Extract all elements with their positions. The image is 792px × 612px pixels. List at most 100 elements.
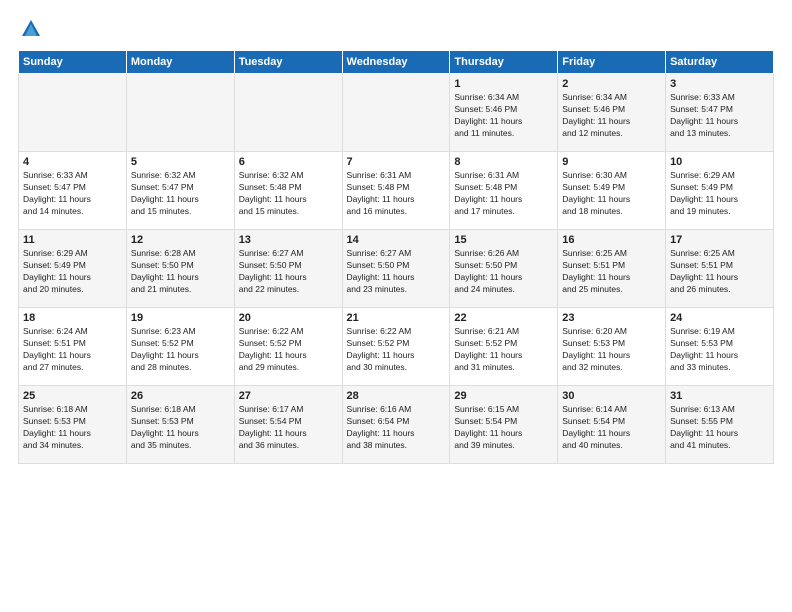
day-number: 4 — [23, 156, 122, 168]
week-row-2: 4 Sunrise: 6:33 AMSunset: 5:47 PMDaylight… — [19, 152, 774, 230]
day-info: Sunrise: 6:29 AMSunset: 5:49 PMDaylight:… — [23, 248, 122, 296]
week-row-4: 18 Sunrise: 6:24 AMSunset: 5:51 PMDayligh… — [19, 308, 774, 386]
calendar-header: SundayMondayTuesdayWednesdayThursdayFrid… — [19, 51, 774, 74]
calendar-cell: 16Sunrise: 6:25 AMSunset: 5:51 PMDayligh… — [558, 230, 666, 308]
weekday-header-monday: Monday — [126, 51, 234, 74]
day-info: Sunrise: 6:33 AMSunset: 5:47 PMDaylight:… — [23, 170, 122, 218]
day-info: Sunrise: 6:28 AMSunset: 5:50 PMDaylight:… — [131, 248, 230, 296]
day-number: 9 — [562, 156, 661, 168]
day-number: 1 — [454, 78, 553, 90]
day-info: Sunrise: 6:25 AMSunset: 5:51 PMDaylight:… — [562, 248, 661, 296]
day-number: 18 — [23, 312, 122, 324]
calendar-cell: 14Sunrise: 6:27 AMSunset: 5:50 PMDayligh… — [342, 230, 450, 308]
calendar-cell: 8Sunrise: 6:31 AMSunset: 5:48 PMDaylight… — [450, 152, 558, 230]
day-info: Sunrise: 6:20 AMSunset: 5:53 PMDaylight:… — [562, 326, 661, 374]
calendar-cell: 31 Sunrise: 6:13 AMSunset: 5:55 PMDayligh… — [666, 386, 774, 464]
calendar-cell: 7Sunrise: 6:31 AMSunset: 5:48 PMDaylight… — [342, 152, 450, 230]
calendar-cell: 9 Sunrise: 6:30 AMSunset: 5:49 PMDaylight… — [558, 152, 666, 230]
day-info: Sunrise: 6:18 AMSunset: 5:53 PMDaylight:… — [23, 404, 122, 452]
calendar-cell: 23 Sunrise: 6:20 AMSunset: 5:53 PMDayligh… — [558, 308, 666, 386]
logo — [18, 18, 42, 40]
day-info: Sunrise: 6:24 AMSunset: 5:51 PMDaylight:… — [23, 326, 122, 374]
day-number: 6 — [239, 156, 338, 168]
calendar-cell: 1 Sunrise: 6:34 AMSunset: 5:46 PMDaylight… — [450, 74, 558, 152]
day-info: Sunrise: 6:17 AMSunset: 5:54 PMDaylight:… — [239, 404, 338, 452]
day-number: 30 — [562, 390, 661, 402]
day-number: 14 — [347, 234, 446, 246]
day-info: Sunrise: 6:16 AMSunset: 6:54 PMDaylight:… — [347, 404, 446, 452]
day-info: Sunrise: 6:34 AMSunset: 5:46 PMDaylight:… — [562, 92, 661, 140]
calendar-cell: 18 Sunrise: 6:24 AMSunset: 5:51 PMDayligh… — [19, 308, 127, 386]
calendar-cell: 6 Sunrise: 6:32 AMSunset: 5:48 PMDaylight… — [234, 152, 342, 230]
page: SundayMondayTuesdayWednesdayThursdayFrid… — [0, 0, 792, 612]
calendar-cell — [126, 74, 234, 152]
calendar-cell: 29Sunrise: 6:15 AMSunset: 5:54 PMDayligh… — [450, 386, 558, 464]
day-info: Sunrise: 6:25 AMSunset: 5:51 PMDaylight:… — [670, 248, 769, 296]
calendar-cell: 26Sunrise: 6:18 AMSunset: 5:53 PMDayligh… — [126, 386, 234, 464]
calendar-cell: 5 Sunrise: 6:32 AMSunset: 5:47 PMDaylight… — [126, 152, 234, 230]
day-info: Sunrise: 6:15 AMSunset: 5:54 PMDaylight:… — [454, 404, 553, 452]
calendar-cell: 13Sunrise: 6:27 AMSunset: 5:50 PMDayligh… — [234, 230, 342, 308]
day-number: 17 — [670, 234, 769, 246]
weekday-header-wednesday: Wednesday — [342, 51, 450, 74]
day-number: 11 — [23, 234, 122, 246]
day-number: 19 — [131, 312, 230, 324]
calendar-cell: 28 Sunrise: 6:16 AMSunset: 6:54 PMDayligh… — [342, 386, 450, 464]
logo-icon — [20, 18, 42, 40]
day-info: Sunrise: 6:14 AMSunset: 5:54 PMDaylight:… — [562, 404, 661, 452]
day-number: 20 — [239, 312, 338, 324]
calendar-cell — [342, 74, 450, 152]
week-row-1: 1 Sunrise: 6:34 AMSunset: 5:46 PMDaylight… — [19, 74, 774, 152]
calendar-cell: 19Sunrise: 6:23 AMSunset: 5:52 PMDayligh… — [126, 308, 234, 386]
day-info: Sunrise: 6:32 AMSunset: 5:48 PMDaylight:… — [239, 170, 338, 218]
week-row-3: 11 Sunrise: 6:29 AMSunset: 5:49 PMDayligh… — [19, 230, 774, 308]
calendar-cell: 12 Sunrise: 6:28 AMSunset: 5:50 PMDayligh… — [126, 230, 234, 308]
calendar-table: SundayMondayTuesdayWednesdayThursdayFrid… — [18, 50, 774, 464]
day-number: 15 — [454, 234, 553, 246]
day-number: 23 — [562, 312, 661, 324]
day-info: Sunrise: 6:18 AMSunset: 5:53 PMDaylight:… — [131, 404, 230, 452]
header — [18, 18, 774, 40]
calendar-cell: 24 Sunrise: 6:19 AMSunset: 5:53 PMDayligh… — [666, 308, 774, 386]
day-info: Sunrise: 6:32 AMSunset: 5:47 PMDaylight:… — [131, 170, 230, 218]
calendar-cell: 27Sunrise: 6:17 AMSunset: 5:54 PMDayligh… — [234, 386, 342, 464]
day-number: 24 — [670, 312, 769, 324]
calendar-cell: 17 Sunrise: 6:25 AMSunset: 5:51 PMDayligh… — [666, 230, 774, 308]
calendar-cell: 11 Sunrise: 6:29 AMSunset: 5:49 PMDayligh… — [19, 230, 127, 308]
calendar-cell: 30 Sunrise: 6:14 AMSunset: 5:54 PMDayligh… — [558, 386, 666, 464]
day-info: Sunrise: 6:13 AMSunset: 5:55 PMDaylight:… — [670, 404, 769, 452]
week-row-5: 25 Sunrise: 6:18 AMSunset: 5:53 PMDayligh… — [19, 386, 774, 464]
day-info: Sunrise: 6:22 AMSunset: 5:52 PMDaylight:… — [347, 326, 446, 374]
day-info: Sunrise: 6:19 AMSunset: 5:53 PMDaylight:… — [670, 326, 769, 374]
calendar-cell: 21 Sunrise: 6:22 AMSunset: 5:52 PMDayligh… — [342, 308, 450, 386]
day-info: Sunrise: 6:29 AMSunset: 5:49 PMDaylight:… — [670, 170, 769, 218]
weekday-header-thursday: Thursday — [450, 51, 558, 74]
calendar-cell: 20 Sunrise: 6:22 AMSunset: 5:52 PMDayligh… — [234, 308, 342, 386]
weekday-row: SundayMondayTuesdayWednesdayThursdayFrid… — [19, 51, 774, 74]
day-number: 25 — [23, 390, 122, 402]
day-number: 2 — [562, 78, 661, 90]
calendar-cell: 15 Sunrise: 6:26 AMSunset: 5:50 PMDayligh… — [450, 230, 558, 308]
day-info: Sunrise: 6:27 AMSunset: 5:50 PMDaylight:… — [239, 248, 338, 296]
day-info: Sunrise: 6:22 AMSunset: 5:52 PMDaylight:… — [239, 326, 338, 374]
day-info: Sunrise: 6:30 AMSunset: 5:49 PMDaylight:… — [562, 170, 661, 218]
calendar-cell: 10 Sunrise: 6:29 AMSunset: 5:49 PMDayligh… — [666, 152, 774, 230]
calendar-cell: 3Sunrise: 6:33 AMSunset: 5:47 PMDaylight… — [666, 74, 774, 152]
calendar-body: 1 Sunrise: 6:34 AMSunset: 5:46 PMDaylight… — [19, 74, 774, 464]
day-number: 12 — [131, 234, 230, 246]
day-info: Sunrise: 6:34 AMSunset: 5:46 PMDaylight:… — [454, 92, 553, 140]
day-number: 28 — [347, 390, 446, 402]
calendar-cell — [19, 74, 127, 152]
calendar-cell: 2 Sunrise: 6:34 AMSunset: 5:46 PMDaylight… — [558, 74, 666, 152]
day-info: Sunrise: 6:26 AMSunset: 5:50 PMDaylight:… — [454, 248, 553, 296]
day-info: Sunrise: 6:31 AMSunset: 5:48 PMDaylight:… — [347, 170, 446, 218]
day-number: 21 — [347, 312, 446, 324]
day-number: 5 — [131, 156, 230, 168]
calendar-cell: 25 Sunrise: 6:18 AMSunset: 5:53 PMDayligh… — [19, 386, 127, 464]
day-info: Sunrise: 6:31 AMSunset: 5:48 PMDaylight:… — [454, 170, 553, 218]
day-number: 22 — [454, 312, 553, 324]
day-number: 31 — [670, 390, 769, 402]
day-number: 3 — [670, 78, 769, 90]
day-number: 10 — [670, 156, 769, 168]
calendar-cell — [234, 74, 342, 152]
